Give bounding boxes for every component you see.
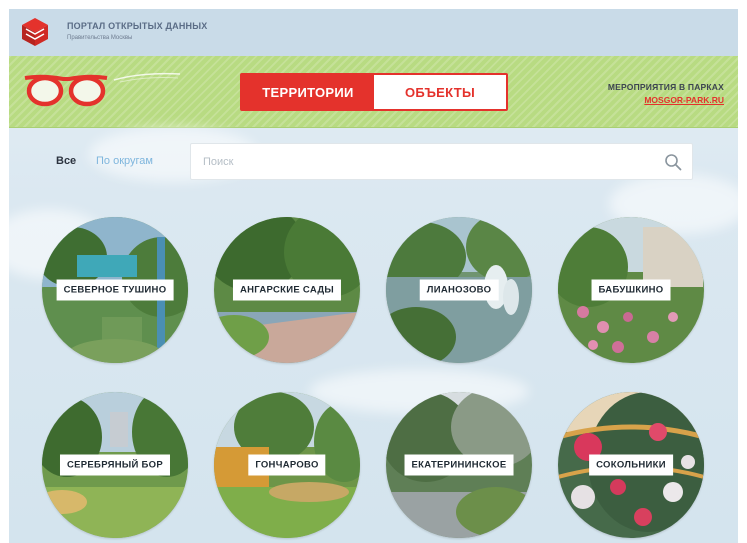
park-tile-severnoe-tushino[interactable]: СЕВЕРНОЕ ТУШИНО	[42, 217, 188, 363]
park-label: АНГАРСКИЕ САДЫ	[232, 279, 342, 301]
portal-subtitle: Правительства Москвы	[67, 35, 133, 41]
filter-all[interactable]: Все	[56, 155, 76, 167]
portal-logo-icon[interactable]	[21, 17, 49, 47]
park-label: СЕВЕРНОЕ ТУШИНО	[56, 279, 174, 301]
park-label: ЕКАТЕРИНИНСКОЕ	[404, 454, 514, 476]
park-label: СЕРЕБРЯНЫЙ БОР	[59, 454, 171, 476]
park-tile-babushkino[interactable]: БАБУШКИНО	[558, 217, 704, 363]
app-frame: ПОРТАЛ ОТКРЫТЫХ ДАННЫХ Правительства Мос…	[9, 9, 738, 543]
tab-objects[interactable]: ОБЪЕКТЫ	[374, 75, 506, 109]
park-tile-lianozovo[interactable]: ЛИАНОЗОВО	[386, 217, 532, 363]
portal-title[interactable]: ПОРТАЛ ОТКРЫТЫХ ДАННЫХ	[67, 21, 207, 31]
park-tile-sokolniki[interactable]: СОКОЛЬНИКИ	[558, 392, 704, 538]
tab-territories[interactable]: ТЕРРИТОРИИ	[242, 75, 374, 109]
search-box	[190, 143, 693, 180]
park-tile-angarskie-sady[interactable]: АНГАРСКИЕ САДЫ	[214, 217, 360, 363]
view-toggle: ТЕРРИТОРИИ ОБЪЕКТЫ	[240, 73, 508, 111]
search-icon[interactable]	[664, 153, 682, 171]
events-link[interactable]: MOSGOR-PARK.RU	[608, 95, 724, 105]
park-label: БАБУШКИНО	[591, 279, 671, 301]
events-label: МЕРОПРИЯТИЯ В ПАРКАХ	[607, 82, 724, 92]
park-label: ГОНЧАРОВО	[248, 454, 326, 476]
top-bar: ПОРТАЛ ОТКРЫТЫХ ДАННЫХ Правительства Мос…	[9, 9, 738, 56]
events-block: МЕРОПРИЯТИЯ В ПАРКАХ MOSGOR-PARK.RU	[608, 82, 724, 105]
brand-swoosh-icon	[113, 72, 181, 83]
park-label: СОКОЛЬНИКИ	[589, 454, 673, 476]
search-input[interactable]	[191, 144, 651, 179]
park-tile-goncharovo[interactable]: ГОНЧАРОВО	[214, 392, 360, 538]
park-label: ЛИАНОЗОВО	[419, 279, 499, 301]
glasses-logo-icon[interactable]	[23, 72, 109, 108]
hero-band: ТЕРРИТОРИИ ОБЪЕКТЫ МЕРОПРИЯТИЯ В ПАРКАХ …	[9, 56, 738, 128]
filter-by-district[interactable]: По округам	[96, 155, 153, 167]
park-tile-serebryany-bor[interactable]: СЕРЕБРЯНЫЙ БОР	[42, 392, 188, 538]
park-tile-ekaterininskoe[interactable]: ЕКАТЕРИНИНСКОЕ	[386, 392, 532, 538]
